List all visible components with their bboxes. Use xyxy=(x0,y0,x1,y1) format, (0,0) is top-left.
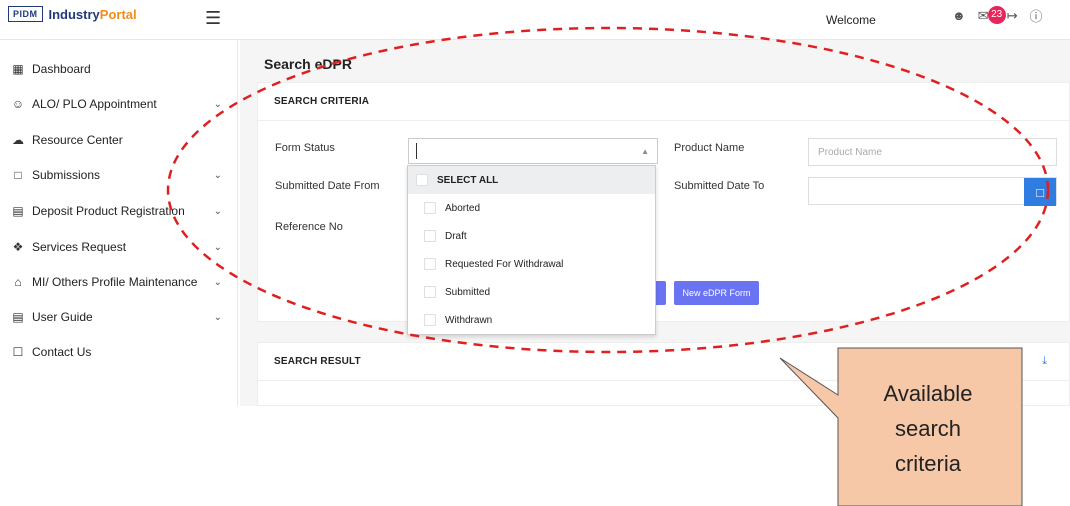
dropdown-option-label: Aborted xyxy=(445,202,481,214)
sidebar-item-services-request[interactable]: ❖ Services Request ⌄ xyxy=(10,240,222,254)
sidebar-item-resource-center[interactable]: ☁ Resource Center xyxy=(10,133,222,147)
checkbox[interactable] xyxy=(424,202,436,214)
download-icon[interactable]: ⤓ xyxy=(1042,355,1047,368)
dropdown-option[interactable]: Submitted xyxy=(408,278,655,306)
top-bar: PIDM IndustryPortal ☰ Welcome ☻ ✉ 23 ↦ ⓘ xyxy=(0,0,1070,40)
dropdown-option-label: Submitted xyxy=(445,286,491,298)
search-result-title: SEARCH RESULT xyxy=(258,343,1069,381)
submitted-date-to-input[interactable]: □ xyxy=(808,177,1057,206)
welcome-text: Welcome xyxy=(826,13,876,27)
user-add-icon: ☺ xyxy=(11,97,25,111)
dropdown-option-label: Requested For Withdrawal xyxy=(445,258,564,270)
checkbox[interactable] xyxy=(416,174,428,186)
menu-toggle-icon[interactable]: ☰ xyxy=(205,8,221,29)
sidebar-item-label: Deposit Product Registration xyxy=(32,204,185,218)
chevron-down-icon: ⌄ xyxy=(213,169,222,181)
sidebar-item-label: ALO/ PLO Appointment xyxy=(32,97,157,111)
sidebar-item-dashboard[interactable]: ▦ Dashboard xyxy=(10,62,222,76)
submitted-date-from-label: Submitted Date From xyxy=(275,180,380,192)
text-cursor xyxy=(416,143,417,159)
dashboard-icon: ▦ xyxy=(12,62,24,76)
product-name-input[interactable]: Product Name xyxy=(808,138,1057,166)
pidm-logo: PIDM xyxy=(8,6,43,22)
chevron-down-icon: ⌄ xyxy=(213,276,222,288)
user-icon[interactable]: ☻ xyxy=(952,8,966,23)
dropdown-option[interactable]: Aborted xyxy=(408,194,655,222)
search-criteria-card: SEARCH CRITERIA Form Status ▲ Product Na… xyxy=(257,82,1070,322)
sidebar-item-profile-maintenance[interactable]: ⌂ MI/ Others Profile Maintenance ⌄ xyxy=(10,275,222,289)
checkbox[interactable] xyxy=(424,230,436,242)
brand[interactable]: PIDM IndustryPortal xyxy=(8,6,137,22)
dropdown-option[interactable]: Draft xyxy=(408,222,655,250)
chevron-down-icon: ⌄ xyxy=(213,241,222,253)
sidebar-item-alo-plo-appointment[interactable]: ☺ ALO/ PLO Appointment ⌄ xyxy=(10,97,222,111)
dropdown-option-label: Draft xyxy=(445,230,467,242)
checkbox[interactable] xyxy=(424,314,436,326)
new-edpr-form-button[interactable]: New eDPR Form xyxy=(674,281,759,305)
notification-badge: 23 xyxy=(987,5,1006,24)
reference-no-label: Reference No xyxy=(275,221,343,233)
sidebar-item-label: MI/ Others Profile Maintenance xyxy=(32,275,198,289)
sidebar-item-label: Resource Center xyxy=(32,133,123,147)
sidebar-item-deposit-product-registration[interactable]: ▤ Deposit Product Registration ⌄ xyxy=(10,204,222,218)
search-criteria-title: SEARCH CRITERIA xyxy=(258,83,1069,121)
caret-up-icon: ▲ xyxy=(641,147,649,156)
callout-line: criteria xyxy=(894,451,961,476)
product-name-label: Product Name xyxy=(674,142,745,154)
brand-name: IndustryPortal xyxy=(49,7,137,22)
sidebar-item-user-guide[interactable]: ▤ User Guide ⌄ xyxy=(10,310,222,324)
dropdown-option-label: SELECT ALL xyxy=(437,174,499,186)
calendar-icon[interactable]: □ xyxy=(1024,178,1056,206)
form-status-label: Form Status xyxy=(275,142,335,154)
dropdown-option-label: Withdrawn xyxy=(445,314,493,326)
form-status-dropdown: SELECT ALL Aborted Draft Requested For W… xyxy=(407,165,656,335)
mail-icon[interactable]: ✉ 23 xyxy=(978,5,1006,24)
sidebar-item-label: Submissions xyxy=(32,168,101,182)
sidebar-item-label: Contact Us xyxy=(32,345,92,359)
form-status-select[interactable]: ▲ xyxy=(408,138,658,164)
chevron-down-icon: ⌄ xyxy=(213,98,222,110)
home-icon: ⌂ xyxy=(14,275,22,289)
page-title: Search eDPR xyxy=(264,56,352,72)
sidebar: ▦ Dashboard ☺ ALO/ PLO Appointment ⌄ ☁ R… xyxy=(0,40,238,406)
chevron-down-icon: ⌄ xyxy=(213,311,222,323)
search-result-card: SEARCH RESULT ⤓ xyxy=(257,342,1070,406)
sidebar-item-label: Services Request xyxy=(32,240,127,254)
brand-name-accent: Portal xyxy=(99,6,137,22)
checkbox[interactable] xyxy=(424,286,436,298)
folder-icon: □ xyxy=(14,168,22,182)
dropdown-select-all[interactable]: SELECT ALL xyxy=(408,166,655,194)
sidebar-item-label: Dashboard xyxy=(32,62,91,76)
chevron-down-icon: ⌄ xyxy=(213,205,222,217)
top-icons: ☻ ✉ 23 ↦ ⓘ xyxy=(952,5,1043,25)
sidebar-item-submissions[interactable]: □ Submissions ⌄ xyxy=(10,168,222,182)
submitted-date-to-label: Submitted Date To xyxy=(674,180,765,192)
book-icon: ▤ xyxy=(12,310,24,324)
help-icon[interactable]: ⓘ xyxy=(1030,6,1043,25)
services-icon: ❖ xyxy=(12,240,24,254)
brand-name-primary: Industry xyxy=(48,6,100,22)
sidebar-item-contact-us[interactable]: ☐ Contact Us xyxy=(10,345,222,359)
document-icon: ▤ xyxy=(12,204,24,218)
dropdown-option[interactable]: Requested For Withdrawal xyxy=(408,250,655,278)
callout-line: search xyxy=(894,416,962,441)
logout-icon[interactable]: ↦ xyxy=(1007,8,1018,24)
dropdown-option[interactable]: Withdrawn xyxy=(408,306,655,334)
chat-icon: ☐ xyxy=(12,345,24,359)
cloud-icon: ☁ xyxy=(12,133,24,147)
checkbox[interactable] xyxy=(424,258,436,270)
sidebar-item-label: User Guide xyxy=(32,310,93,324)
